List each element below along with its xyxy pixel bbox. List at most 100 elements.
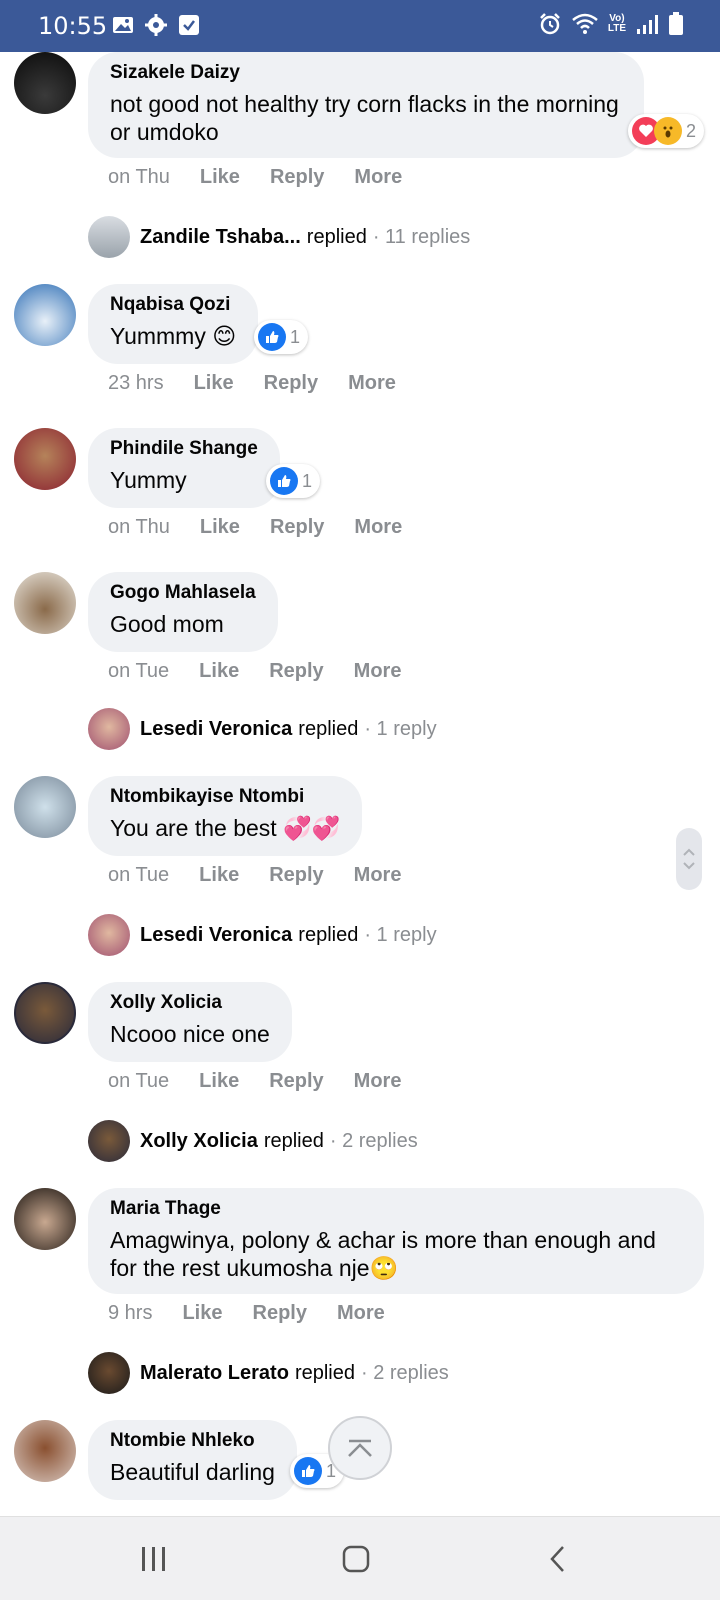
comment-author[interactable]: Maria Thage <box>110 1198 682 1220</box>
scroll-to-top-button[interactable] <box>328 1416 392 1480</box>
comment-author[interactable]: Nqabisa Qozi <box>110 294 236 316</box>
more-button[interactable]: More <box>354 166 402 189</box>
reply-avatar <box>88 708 130 750</box>
more-button[interactable]: More <box>348 372 396 395</box>
comment-bubble[interactable]: Ntombikayise Ntombi You are the best 💞💞 <box>88 776 363 856</box>
avatar[interactable] <box>14 572 76 634</box>
like-button[interactable]: Like <box>200 166 240 189</box>
like-button[interactable]: Like <box>200 516 240 539</box>
reply-count: · 11 replies <box>372 225 471 248</box>
comment-bubble[interactable]: Maria Thage Amagwinya, polony & achar is… <box>88 1188 704 1294</box>
reply-button[interactable]: Reply <box>253 1302 307 1325</box>
settings-gear-icon <box>145 14 167 36</box>
like-button[interactable]: Like <box>199 864 239 887</box>
reply-button[interactable]: Reply <box>270 516 324 539</box>
more-button[interactable]: More <box>337 1302 385 1325</box>
more-button[interactable]: More <box>354 660 402 683</box>
comment-actions: on Tue Like Reply More <box>108 660 431 683</box>
reaction-badge[interactable]: 2 <box>628 114 705 148</box>
comment-time: 23 hrs <box>108 372 164 394</box>
arrow-up-to-top-icon <box>348 1439 372 1457</box>
reply-button[interactable]: Reply <box>269 660 323 683</box>
wow-reaction-icon <box>654 117 682 145</box>
scroll-handle[interactable] <box>676 828 702 890</box>
comment-author[interactable]: Gogo Mahlasela <box>110 582 256 604</box>
avatar[interactable] <box>14 1188 76 1250</box>
status-bar: 10:55 Vo) LTE <box>0 0 720 52</box>
comment-text: Yummmy 😊 <box>110 323 237 349</box>
comment-list[interactable]: Sizakele Daizy not good not healthy try … <box>0 52 720 1516</box>
reply-count: · 1 reply <box>364 717 437 740</box>
comment-bubble[interactable]: Nqabisa Qozi Yummmy 😊 <box>88 284 259 364</box>
like-button[interactable]: Like <box>182 1302 222 1325</box>
avatar[interactable] <box>14 52 76 114</box>
comment-text: You are the best 💞💞 <box>110 815 341 841</box>
comment-text: Yummy <box>110 467 187 493</box>
recent-apps-button[interactable] <box>134 1539 174 1579</box>
comment-text: Amagwinya, polony & achar is more than e… <box>110 1227 656 1281</box>
like-reaction-icon <box>270 467 298 495</box>
comment-bubble[interactable]: Ntombie Nhleko Beautiful darling <box>88 1420 297 1500</box>
status-time: 10:55 <box>38 12 108 40</box>
home-icon <box>342 1545 370 1573</box>
reply-button[interactable]: Reply <box>269 864 323 887</box>
avatar[interactable] <box>14 284 76 346</box>
comment-actions: on Thu Like Reply More <box>108 166 432 189</box>
reply-verb: replied <box>306 225 367 248</box>
home-button[interactable] <box>336 1539 376 1579</box>
avatar[interactable] <box>14 1420 76 1482</box>
avatar[interactable] <box>14 428 76 490</box>
comment-author[interactable]: Phindile Shange <box>110 438 258 460</box>
reply-author: Xolly Xolicia <box>140 1129 258 1152</box>
more-button[interactable]: More <box>354 1070 402 1093</box>
back-button[interactable] <box>538 1539 578 1579</box>
like-button[interactable]: Like <box>199 1070 239 1093</box>
comment-time: on Tue <box>108 864 170 886</box>
reaction-badge[interactable]: 1 <box>266 464 321 498</box>
reaction-badge[interactable]: 1 <box>254 320 309 354</box>
comment-bubble[interactable]: Xolly Xolicia Ncooo nice one <box>88 982 292 1062</box>
comment-author[interactable]: Sizakele Daizy <box>110 62 622 84</box>
more-button[interactable]: More <box>354 516 402 539</box>
check-box-icon <box>179 15 199 35</box>
comment-bubble[interactable]: Sizakele Daizy not good not healthy try … <box>88 52 644 158</box>
comment-author[interactable]: Ntombie Nhleko <box>110 1430 275 1452</box>
comment-time: on Thu <box>108 166 170 188</box>
like-button[interactable]: Like <box>199 660 239 683</box>
comment-time: on Thu <box>108 516 170 538</box>
reply-button[interactable]: Reply <box>270 166 324 189</box>
avatar[interactable] <box>14 982 76 1044</box>
reply-author: Lesedi Veronica <box>140 923 293 946</box>
chevron-up-icon <box>683 848 695 856</box>
view-replies-link[interactable]: Xolly Xolicia replied · 2 replies <box>88 1120 418 1162</box>
network-label: Vo) LTE <box>607 13 626 34</box>
comment-bubble[interactable]: Phindile Shange Yummy <box>88 428 280 508</box>
view-replies-link[interactable]: Lesedi Veronica replied · 1 reply <box>88 708 437 750</box>
comment-bubble[interactable]: Gogo Mahlasela Good mom <box>88 572 278 652</box>
comment-time: on Tue <box>108 660 170 682</box>
like-reaction-icon <box>294 1457 322 1485</box>
comment-actions: 9 hrs Like Reply More <box>108 1302 415 1325</box>
chevron-down-icon <box>683 862 695 870</box>
alarm-icon <box>539 13 560 35</box>
comment-author[interactable]: Ntombikayise Ntombi <box>110 786 340 808</box>
like-reaction-icon <box>258 323 286 351</box>
reply-verb: replied <box>294 1361 355 1384</box>
reply-button[interactable]: Reply <box>264 372 318 395</box>
view-replies-link[interactable]: Malerato Lerato replied · 2 replies <box>88 1352 449 1394</box>
signal-icon <box>637 15 658 34</box>
view-replies-link[interactable]: Lesedi Veronica replied · 1 reply <box>88 914 437 956</box>
reply-verb: replied <box>263 1129 324 1152</box>
more-button[interactable]: More <box>354 864 402 887</box>
avatar[interactable] <box>14 776 76 838</box>
reply-author: Malerato Lerato <box>140 1361 289 1384</box>
like-button[interactable]: Like <box>194 372 234 395</box>
comment-author[interactable]: Xolly Xolicia <box>110 992 270 1014</box>
recent-apps-icon <box>142 1547 165 1571</box>
comment-actions: 23 hrs Like Reply More <box>108 372 426 395</box>
wifi-icon <box>572 13 598 34</box>
comment-text: Beautiful darling <box>110 1459 275 1485</box>
battery-icon <box>669 12 683 35</box>
reply-button[interactable]: Reply <box>269 1070 323 1093</box>
view-replies-link[interactable]: Zandile Tshaba... replied · 11 replies <box>88 216 470 258</box>
